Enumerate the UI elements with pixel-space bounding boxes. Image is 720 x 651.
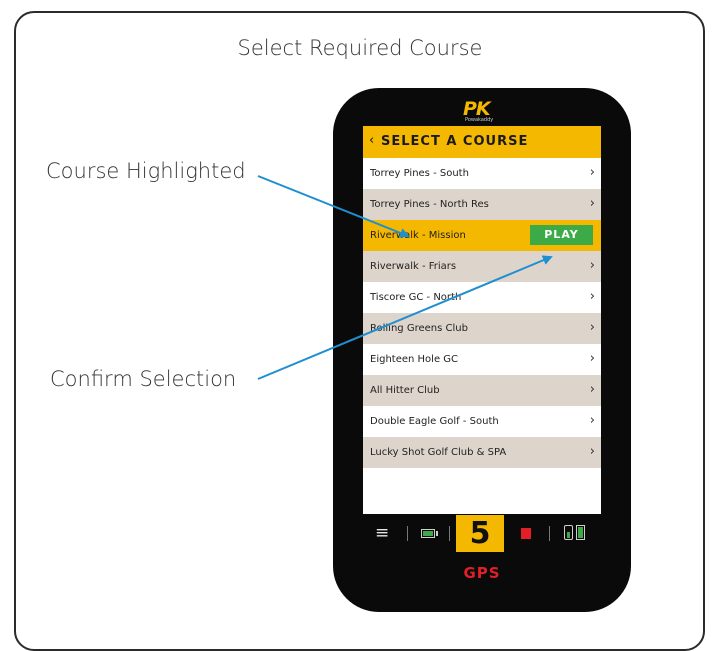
chevron-right-icon: ›	[589, 289, 595, 304]
course-row[interactable]: Eighteen Hole GC ›	[363, 344, 601, 375]
chevron-right-icon: ›	[589, 320, 595, 335]
course-name: Torrey Pines - South	[370, 168, 469, 179]
course-name: Lucky Shot Golf Club & SPA	[370, 447, 507, 458]
chevron-right-icon: ›	[589, 258, 595, 273]
chevron-right-icon: ›	[589, 165, 595, 180]
device-screen: ‹ SELECT A COURSE Torrey Pines - South › T…	[363, 126, 601, 514]
gps-label: GPS	[463, 564, 501, 582]
chevron-right-icon: ›	[589, 444, 595, 459]
divider	[549, 526, 550, 541]
course-name: Torrey Pines - North Res	[370, 199, 489, 210]
trolley-battery-icon	[421, 529, 435, 538]
course-row[interactable]: Riverwalk - Friars ›	[363, 251, 601, 282]
divider	[407, 526, 408, 541]
device-body: PK Powakaddy ‹ SELECT A COURSE Torrey Pi…	[333, 88, 631, 612]
callout-confirm-selection: Confirm Selection	[50, 367, 237, 391]
course-row[interactable]: Tiscore GC - North ›	[363, 282, 601, 313]
chevron-right-icon: ›	[589, 196, 595, 211]
course-row[interactable]: Lucky Shot Golf Club & SPA ›	[363, 437, 601, 468]
course-row-selected[interactable]: Riverwalk - Mission PLAY	[363, 220, 601, 251]
divider	[449, 526, 450, 541]
course-row[interactable]: Rolling Greens Club ›	[363, 313, 601, 344]
powakaddy-logo: PK Powakaddy	[457, 98, 507, 124]
menu-icon[interactable]: ≡	[375, 523, 389, 543]
course-row[interactable]: Torrey Pines - South ›	[363, 158, 601, 189]
course-row[interactable]: Double Eagle Golf - South ›	[363, 406, 601, 437]
bottom-bar: ≡ 5	[363, 515, 601, 552]
course-name: Double Eagle Golf - South	[370, 416, 499, 427]
callout-course-highlighted: Course Highlighted	[46, 159, 246, 183]
course-row[interactable]: All Hitter Club ›	[363, 375, 601, 406]
chevron-left-icon[interactable]: ‹	[369, 133, 375, 148]
course-row[interactable]: Torrey Pines - North Res ›	[363, 189, 601, 220]
course-name: Riverwalk - Mission	[370, 230, 466, 241]
header-title: SELECT A COURSE	[381, 134, 529, 149]
logo-subtext: Powakaddy	[465, 117, 494, 123]
course-name: Rolling Greens Club	[370, 323, 468, 334]
remote-battery-icon	[564, 525, 573, 540]
chevron-right-icon: ›	[589, 413, 595, 428]
stop-icon[interactable]	[521, 528, 531, 539]
device-battery-icon	[564, 523, 588, 543]
gps-battery-icon	[576, 525, 585, 540]
battery-nub	[436, 531, 438, 536]
speed-setting[interactable]: 5	[456, 515, 504, 552]
course-name: Riverwalk - Friars	[370, 261, 457, 272]
page-title: Select Required Course	[237, 36, 483, 60]
course-name: Eighteen Hole GC	[370, 354, 459, 365]
course-name: All Hitter Club	[370, 385, 440, 396]
chevron-right-icon: ›	[589, 382, 595, 397]
chevron-right-icon: ›	[589, 351, 595, 366]
play-button[interactable]: PLAY	[530, 225, 593, 245]
course-name: Tiscore GC - North	[370, 292, 462, 303]
screen-header: ‹ SELECT A COURSE	[363, 126, 601, 158]
